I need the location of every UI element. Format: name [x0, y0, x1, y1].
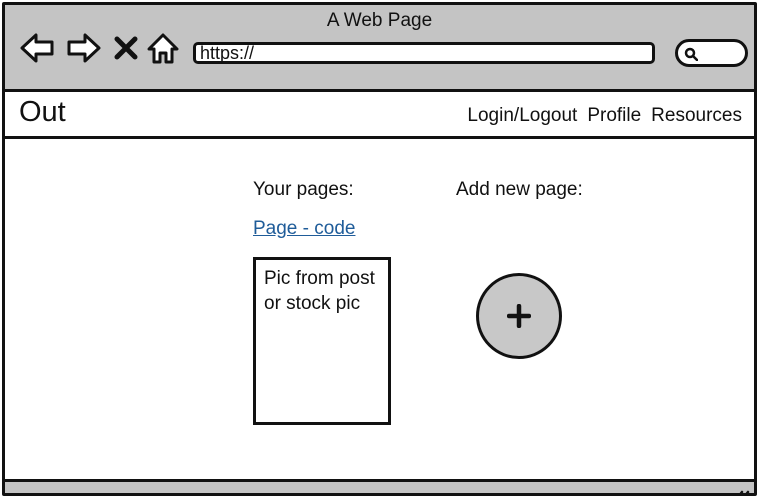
nav-resources[interactable]: Resources — [651, 105, 742, 127]
back-arrow-icon — [20, 33, 54, 63]
browser-window: A Web Page https:// Out Login/Logout Pro… — [2, 2, 757, 496]
add-page-heading: Add new page: — [456, 179, 583, 200]
nav-login-logout[interactable]: Login/Logout — [467, 105, 577, 127]
search-input[interactable] — [675, 39, 748, 67]
forward-arrow-icon — [67, 33, 101, 63]
search-icon — [684, 47, 698, 61]
site-logo[interactable]: Out — [19, 96, 66, 129]
add-page-button[interactable] — [476, 273, 562, 359]
forward-button[interactable] — [66, 30, 102, 66]
page-link[interactable]: Page - code — [253, 218, 355, 240]
site-nav: Login/Logout Profile Resources — [467, 105, 742, 127]
window-title: A Web Page — [326, 10, 433, 31]
page-thumbnail-card[interactable]: Pic from post or stock pic — [253, 257, 391, 425]
back-button[interactable] — [19, 30, 55, 66]
site-header: Out Login/Logout Profile Resources — [5, 92, 754, 139]
resize-grip-icon[interactable] — [732, 488, 750, 496]
thumbnail-caption: Pic from post or stock pic — [264, 268, 375, 314]
home-icon — [147, 33, 179, 64]
nav-profile[interactable]: Profile — [587, 105, 641, 127]
url-input[interactable]: https:// — [193, 42, 655, 64]
browser-chrome: A Web Page https:// — [5, 5, 754, 92]
status-bar — [5, 479, 754, 496]
stop-button[interactable] — [112, 30, 140, 66]
home-button[interactable] — [145, 30, 181, 66]
plus-icon — [507, 304, 531, 328]
close-icon — [114, 36, 138, 60]
your-pages-heading: Your pages: — [253, 179, 354, 200]
